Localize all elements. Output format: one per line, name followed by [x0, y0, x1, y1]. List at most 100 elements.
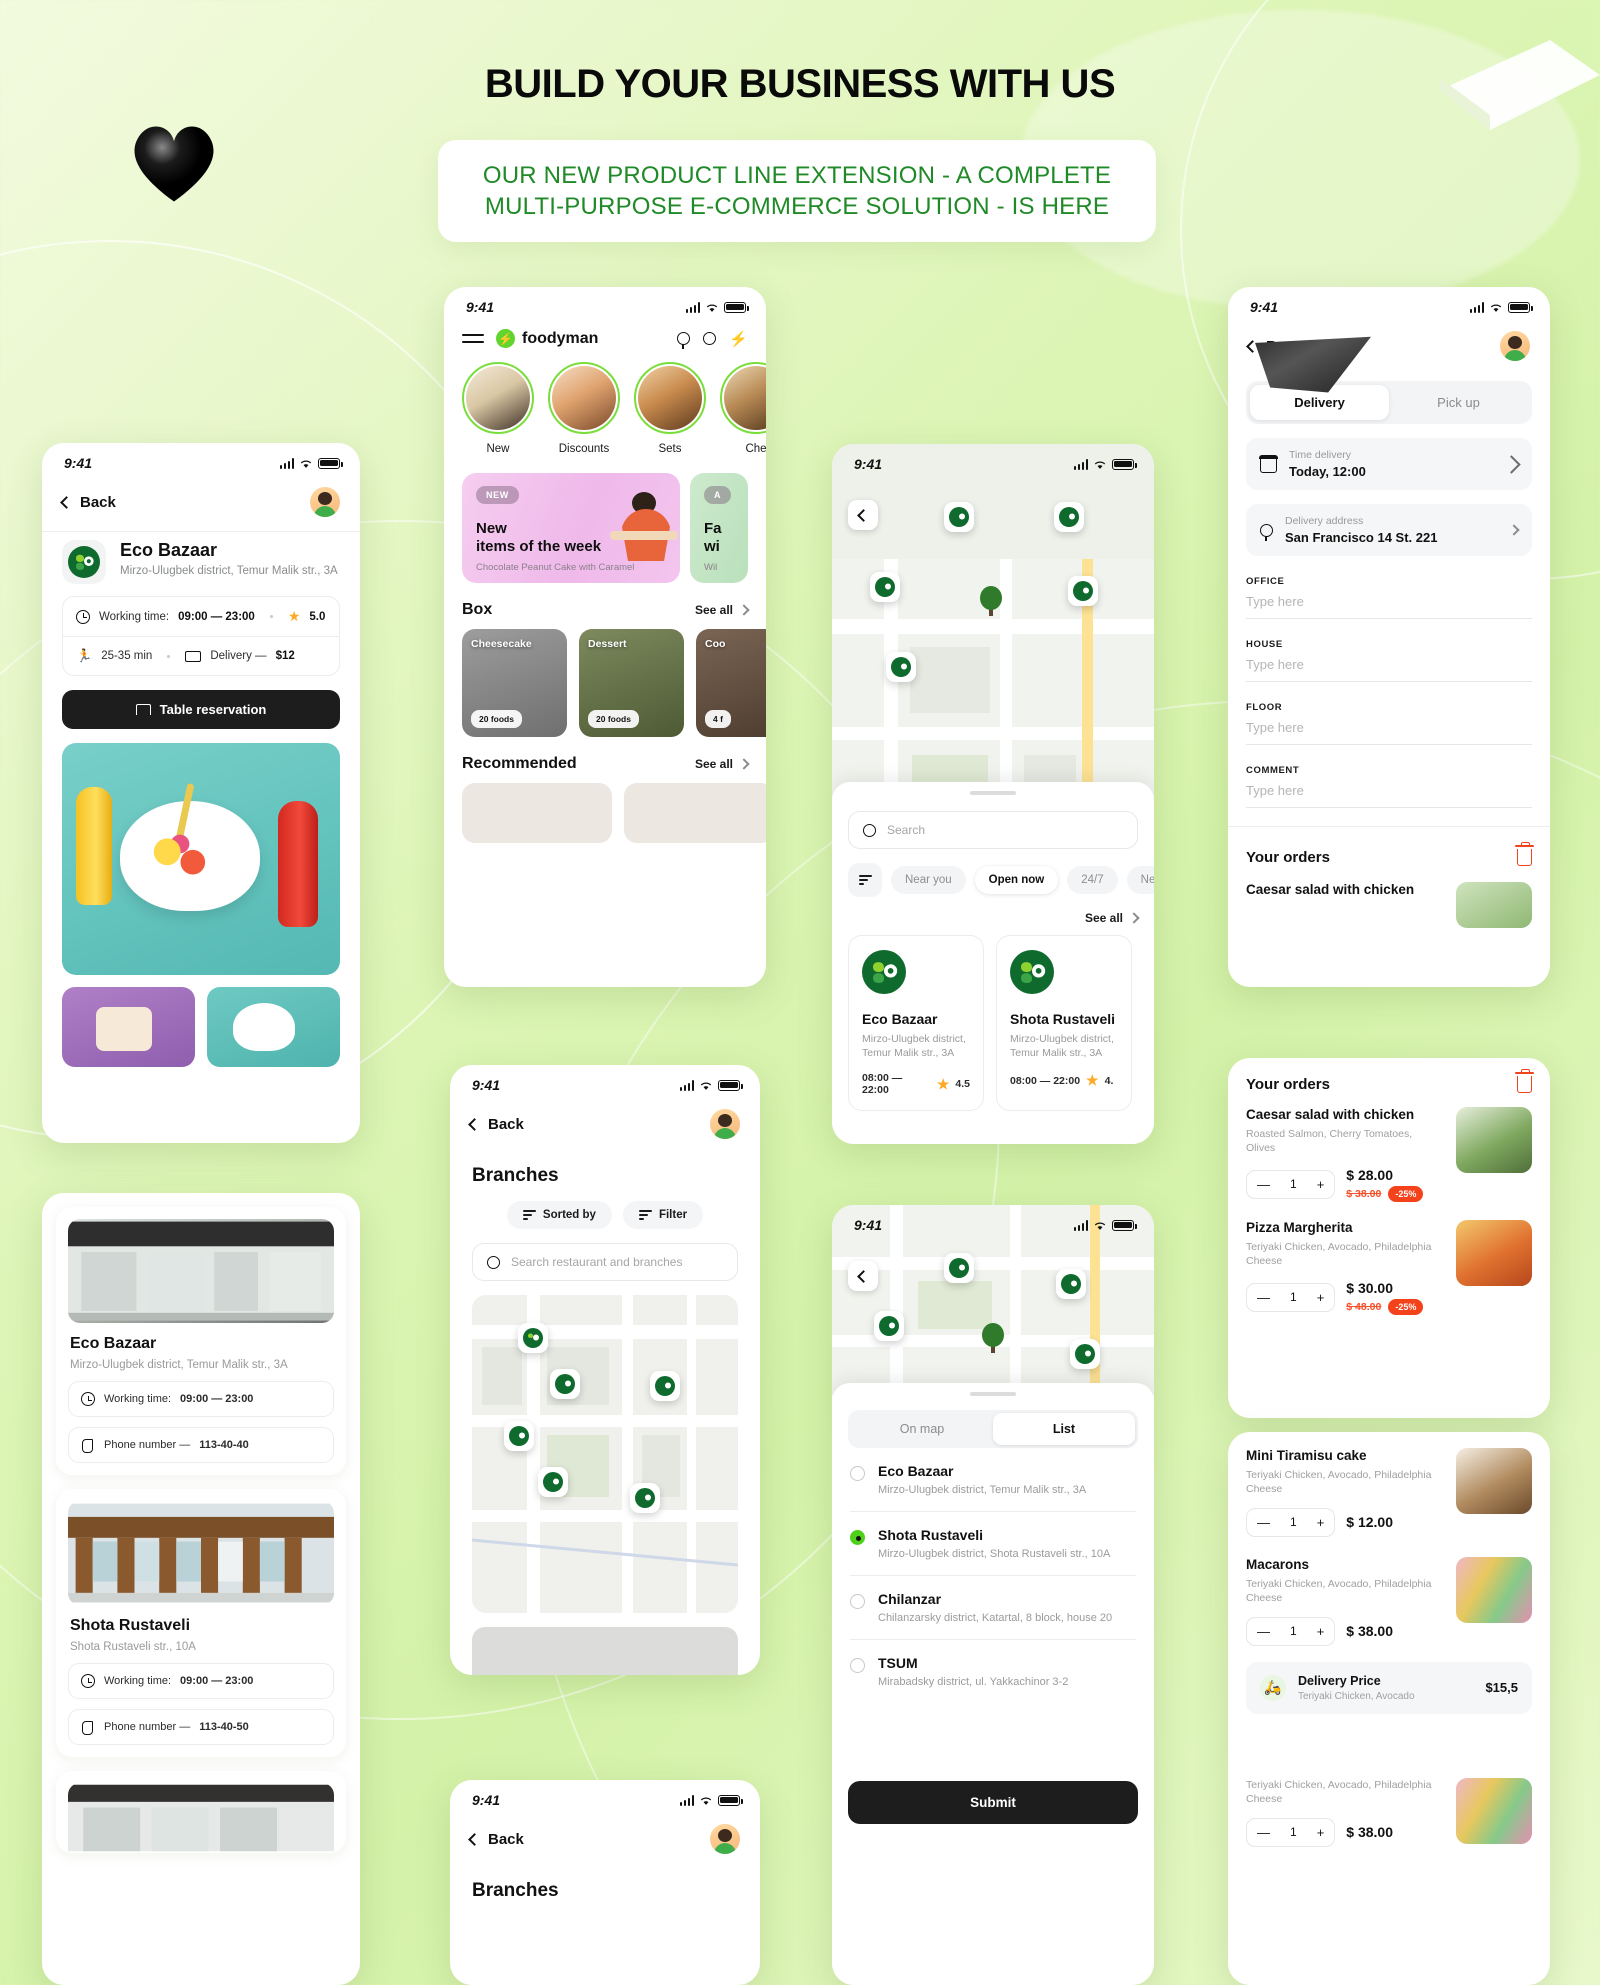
chevron-right-icon[interactable]: [1508, 524, 1520, 536]
branches-map[interactable]: [472, 1295, 738, 1613]
increment-button[interactable]: +: [1307, 1618, 1335, 1645]
map-pin[interactable]: [870, 572, 900, 602]
house-input[interactable]: Type here: [1246, 657, 1532, 682]
chip-24-7[interactable]: 24/7: [1067, 866, 1118, 894]
location-icon[interactable]: [677, 332, 691, 349]
map-pin[interactable]: [538, 1467, 568, 1497]
submit-button[interactable]: Submit: [848, 1781, 1138, 1824]
radio-icon-selected[interactable]: [850, 1530, 865, 1545]
gallery-main-image[interactable]: [62, 743, 340, 975]
quantity-stepper[interactable]: — 1 +: [1246, 1282, 1336, 1312]
back-button[interactable]: Back: [468, 1831, 524, 1848]
decrement-button[interactable]: —: [1247, 1618, 1280, 1645]
branch-option[interactable]: Shota Rustaveli Mirzo-Ulugbek district, …: [832, 1512, 1154, 1575]
category-item[interactable]: New: [462, 362, 534, 455]
increment-button[interactable]: +: [1307, 1819, 1335, 1846]
map-pin[interactable]: [550, 1369, 580, 1399]
promo-banner-secondary[interactable]: A Fa wi Wil: [690, 473, 748, 583]
decrement-button[interactable]: —: [1247, 1284, 1280, 1311]
floor-input[interactable]: Type here: [1246, 720, 1532, 745]
branch-phone[interactable]: Phone number — 113-40-40: [68, 1427, 334, 1463]
map-back-button[interactable]: [848, 1261, 878, 1291]
edit-pencil-icon[interactable]: [1502, 454, 1521, 474]
branch-option[interactable]: TSUM Mirabadsky district, ul. Yakkachino…: [832, 1640, 1154, 1703]
search-input[interactable]: Search restaurant and branches: [472, 1243, 738, 1281]
recommended-card[interactable]: [462, 783, 612, 843]
filter-button[interactable]: Filter: [622, 1201, 704, 1229]
avatar[interactable]: [310, 487, 340, 517]
chip-new[interactable]: New: [1126, 866, 1154, 894]
office-input[interactable]: Type here: [1246, 594, 1532, 619]
decrement-button[interactable]: —: [1247, 1819, 1280, 1846]
map-pin[interactable]: [630, 1483, 660, 1513]
map-pin[interactable]: [944, 1253, 974, 1283]
chip-near-you[interactable]: Near you: [891, 866, 966, 894]
gallery-thumb-1[interactable]: [62, 987, 195, 1067]
branch-option[interactable]: Eco Bazaar Mirzo-Ulugbek district, Temur…: [832, 1448, 1154, 1511]
map-pin[interactable]: [886, 652, 916, 682]
tab-list[interactable]: List: [993, 1413, 1135, 1445]
branch-card-partial[interactable]: [56, 1771, 346, 1853]
promo-banner-carousel[interactable]: NEW New items of the week Chocolate Pean…: [462, 473, 748, 583]
category-item[interactable]: Che: [720, 362, 766, 455]
increment-button[interactable]: +: [1307, 1284, 1335, 1311]
radio-icon[interactable]: [850, 1594, 865, 1609]
box-card[interactable]: Coo 4 f: [696, 629, 766, 737]
radio-icon[interactable]: [850, 1658, 865, 1673]
map-back-button[interactable]: [848, 500, 878, 530]
radio-icon[interactable]: [850, 1466, 865, 1481]
box-card[interactable]: Cheesecake 20 foods: [462, 629, 567, 737]
comment-input[interactable]: Type here: [1246, 783, 1532, 808]
box-card[interactable]: Dessert 20 foods: [579, 629, 684, 737]
quantity-stepper[interactable]: — 1 +: [1246, 1507, 1336, 1537]
back-button[interactable]: Back: [60, 494, 116, 511]
map-pin[interactable]: [504, 1421, 534, 1451]
table-reservation-button[interactable]: Table reservation: [62, 690, 340, 729]
menu-icon[interactable]: [462, 334, 484, 343]
box-card-row[interactable]: Cheesecake 20 foods Dessert 20 foods Coo…: [444, 629, 766, 737]
time-delivery-field[interactable]: Time delivery Today, 12:00: [1246, 438, 1532, 490]
search-input[interactable]: Search: [848, 811, 1138, 849]
map-pin[interactable]: [1070, 1339, 1100, 1369]
category-item[interactable]: Sets: [634, 362, 706, 455]
avatar[interactable]: [1500, 331, 1530, 361]
bolt-action-icon[interactable]: ⚡: [729, 330, 748, 348]
quantity-stepper[interactable]: — 1 +: [1246, 1616, 1336, 1646]
map-pin[interactable]: [944, 502, 974, 532]
increment-button[interactable]: +: [1307, 1171, 1335, 1198]
recommended-row[interactable]: [444, 783, 766, 843]
see-all-recommended-button[interactable]: See all: [695, 757, 750, 771]
category-carousel[interactable]: New Discounts Sets Che: [444, 362, 766, 455]
see-all-button[interactable]: See all: [1085, 911, 1140, 925]
branch-card[interactable]: Shota Rustaveli Shota Rustaveli str., 10…: [56, 1489, 346, 1757]
trash-icon[interactable]: [1515, 842, 1534, 866]
quantity-stepper[interactable]: — 1 +: [1246, 1817, 1336, 1847]
map-pin[interactable]: [874, 1311, 904, 1341]
map-pin[interactable]: [518, 1323, 548, 1353]
tab-on-map[interactable]: On map: [851, 1413, 993, 1445]
see-all-box-button[interactable]: See all: [695, 603, 750, 617]
map-pin[interactable]: [1068, 576, 1098, 606]
back-button[interactable]: Back: [468, 1116, 524, 1133]
avatar[interactable]: [710, 1109, 740, 1139]
decrement-button[interactable]: —: [1247, 1171, 1280, 1198]
decrement-button[interactable]: —: [1247, 1509, 1280, 1536]
chip-open-now[interactable]: Open now: [974, 866, 1059, 894]
gallery-thumb-2[interactable]: [207, 987, 340, 1067]
sheet-grabber[interactable]: [970, 791, 1016, 795]
avatar[interactable]: [710, 1824, 740, 1854]
search-icon[interactable]: [703, 332, 717, 345]
filter-settings-button[interactable]: [848, 863, 882, 897]
promo-banner-primary[interactable]: NEW New items of the week Chocolate Pean…: [462, 473, 680, 583]
map-pin[interactable]: [650, 1371, 680, 1401]
sheet-grabber[interactable]: [970, 1392, 1016, 1396]
restaurant-card[interactable]: Shota Rustaveli Mirzo-Ulugbek district, …: [996, 935, 1132, 1112]
branch-option[interactable]: Chilanzar Chilanzarsky district, Katarta…: [832, 1576, 1154, 1639]
restaurant-card[interactable]: Eco Bazaar Mirzo-Ulugbek district, Temur…: [848, 935, 984, 1112]
branch-card[interactable]: Eco Bazaar Mirzo-Ulugbek district, Temur…: [56, 1207, 346, 1475]
recommended-card[interactable]: [624, 783, 766, 843]
branch-phone[interactable]: Phone number — 113-40-50: [68, 1709, 334, 1745]
branch-photo-preview[interactable]: [472, 1627, 738, 1675]
delivery-address-field[interactable]: Delivery address San Francisco 14 St. 22…: [1246, 504, 1532, 556]
quantity-stepper[interactable]: — 1 +: [1246, 1169, 1336, 1199]
